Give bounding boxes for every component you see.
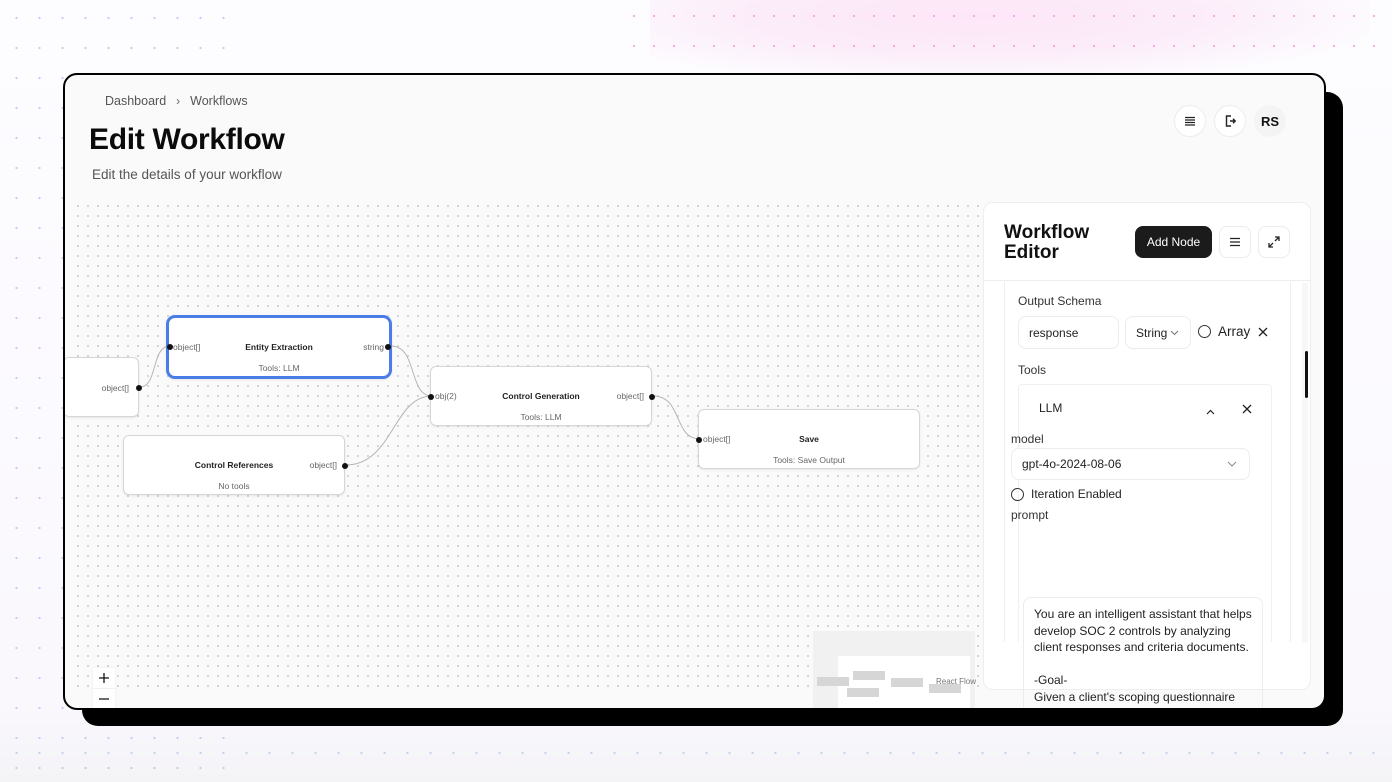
output-port[interactable] bbox=[136, 385, 142, 391]
zoom-out-button[interactable] bbox=[93, 689, 115, 708]
breadcrumb-dashboard[interactable]: Dashboard bbox=[105, 94, 166, 108]
remove-output-button[interactable] bbox=[1258, 324, 1268, 342]
menu-icon bbox=[1185, 116, 1195, 126]
background-dots bbox=[0, 730, 1392, 782]
prompt-label: prompt bbox=[1011, 508, 1049, 522]
zoom-in-button[interactable] bbox=[93, 668, 115, 689]
node-control-references[interactable]: Control References object[] No tools bbox=[123, 435, 348, 495]
expand-button[interactable] bbox=[1258, 226, 1290, 258]
panel-title: Workflow Editor bbox=[1004, 222, 1090, 263]
output-type-value: String bbox=[1136, 325, 1168, 340]
panel-menu-button[interactable] bbox=[1219, 226, 1251, 258]
node-save[interactable]: object[] Save Tools: Save Output bbox=[696, 409, 920, 469]
output-port-label: string bbox=[363, 342, 384, 352]
logout-icon bbox=[1225, 115, 1237, 127]
iteration-radio[interactable] bbox=[1011, 487, 1024, 501]
collapse-tool-button[interactable] bbox=[1206, 402, 1215, 420]
model-value: gpt-4o-2024-08-06 bbox=[1022, 457, 1122, 471]
output-port[interactable] bbox=[649, 394, 655, 400]
minus-icon bbox=[99, 698, 109, 700]
output-field-name-input[interactable]: response bbox=[1018, 316, 1119, 349]
array-label: Array bbox=[1218, 324, 1251, 339]
model-label: model bbox=[1011, 432, 1044, 446]
minimap-node bbox=[817, 677, 849, 686]
tool-name: LLM bbox=[1039, 401, 1063, 415]
array-radio[interactable] bbox=[1198, 325, 1211, 338]
output-port-label: object[] bbox=[616, 391, 644, 401]
expand-icon bbox=[1268, 236, 1280, 248]
tools-label: Tools bbox=[1018, 363, 1047, 377]
react-flow-attribution[interactable]: React Flow bbox=[936, 677, 976, 686]
close-icon bbox=[1258, 327, 1268, 337]
panel-header: Workflow Editor Add Node bbox=[984, 203, 1310, 281]
chevron-down-icon bbox=[1171, 330, 1179, 335]
breadcrumb-separator: › bbox=[176, 94, 181, 108]
panel-scrollbar-track[interactable] bbox=[1302, 283, 1308, 643]
menu-icon bbox=[1230, 237, 1240, 247]
chevron-down-icon bbox=[1227, 461, 1237, 467]
iteration-label: Iteration Enabled bbox=[1031, 487, 1122, 501]
app-window: Dashboard › Workflows Edit Workflow Edit… bbox=[63, 73, 1326, 710]
logout-button[interactable] bbox=[1214, 105, 1246, 137]
output-port[interactable] bbox=[385, 344, 391, 350]
minimap-node bbox=[891, 678, 923, 687]
background-dots bbox=[620, 0, 1392, 70]
node-subtitle: Tools: LLM bbox=[520, 412, 562, 422]
node-title: Entity Extraction bbox=[245, 342, 313, 352]
user-avatar[interactable]: RS bbox=[1254, 105, 1286, 137]
node-control-generation[interactable]: obj(2) Control Generation object[] Tools… bbox=[428, 366, 655, 426]
edge-control-generation-to-save bbox=[652, 395, 701, 440]
chevron-up-icon bbox=[1206, 409, 1215, 415]
node-input[interactable]: object[] bbox=[65, 357, 142, 417]
node-subtitle: Tools: LLM bbox=[258, 363, 300, 373]
add-node-button[interactable]: Add Node bbox=[1135, 226, 1212, 258]
workflow-canvas[interactable]: object[] object[] Entity Extraction stri… bbox=[65, 201, 983, 708]
breadcrumb-workflows[interactable]: Workflows bbox=[190, 94, 247, 108]
minimap[interactable] bbox=[813, 631, 975, 708]
output-port-label: object[] bbox=[101, 383, 129, 393]
workflow-editor-panel: Workflow Editor Add Node Output Schema r… bbox=[983, 202, 1311, 708]
array-checkbox[interactable]: Array bbox=[1198, 324, 1250, 339]
node-title: Save bbox=[799, 434, 819, 444]
panel-body[interactable]: Output Schema response String Array Tool… bbox=[1004, 282, 1291, 642]
minimap-node bbox=[847, 688, 879, 697]
header-actions: RS bbox=[1174, 105, 1286, 137]
canvas-controls bbox=[93, 668, 115, 708]
edge-control-references-to-control-generation bbox=[345, 395, 433, 466]
minimap-node bbox=[853, 671, 885, 680]
output-type-select[interactable]: String bbox=[1125, 316, 1191, 349]
node-entity-extraction[interactable]: object[] Entity Extraction string Tools:… bbox=[166, 315, 392, 379]
breadcrumb: Dashboard › Workflows bbox=[105, 94, 248, 108]
model-select[interactable]: gpt-4o-2024-08-06 bbox=[1011, 448, 1250, 480]
page-subtitle: Edit the details of your workflow bbox=[92, 167, 282, 182]
node-subtitle: No tools bbox=[218, 481, 250, 491]
menu-button[interactable] bbox=[1174, 105, 1206, 137]
output-port[interactable] bbox=[342, 463, 348, 469]
edge-entity-extraction-to-control-generation bbox=[390, 345, 433, 397]
close-icon bbox=[1242, 404, 1252, 414]
remove-tool-button[interactable] bbox=[1242, 401, 1252, 419]
output-port-label: object[] bbox=[309, 460, 337, 470]
output-schema-label: Output Schema bbox=[1018, 294, 1102, 308]
iteration-toggle[interactable]: Iteration Enabled bbox=[1011, 487, 1122, 501]
node-subtitle: Tools: Save Output bbox=[773, 455, 845, 465]
prompt-textarea[interactable]: You are an intelligent assistant that he… bbox=[1023, 597, 1263, 708]
panel-scrollbar-thumb[interactable] bbox=[1305, 351, 1308, 398]
page-title: Edit Workflow bbox=[89, 123, 285, 156]
plus-icon bbox=[99, 673, 109, 683]
